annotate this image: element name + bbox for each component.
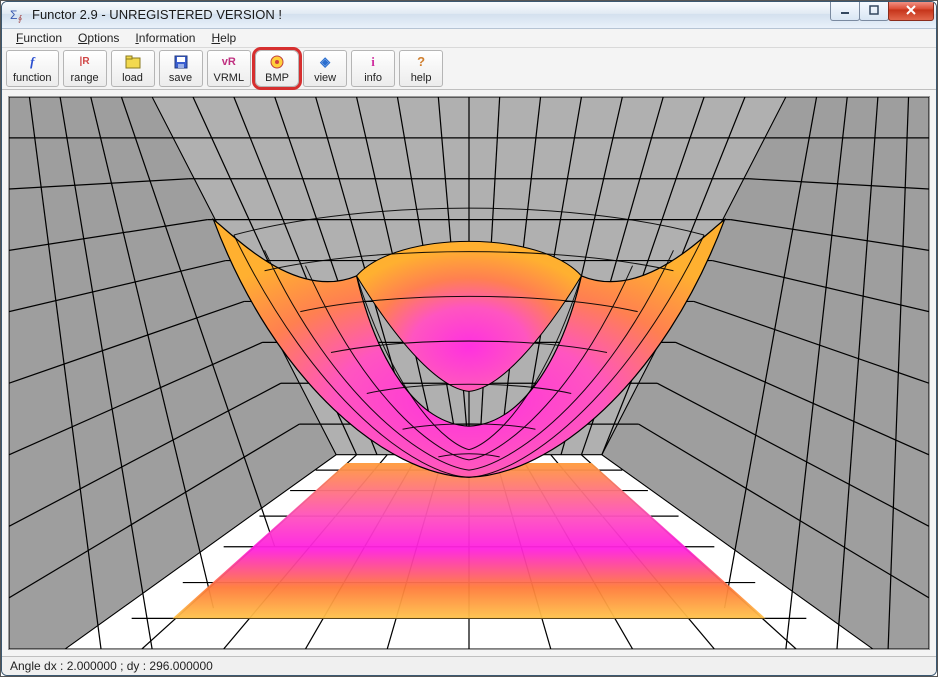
function-label: function xyxy=(13,72,52,84)
range-button[interactable]: |R range xyxy=(63,50,107,87)
menu-information[interactable]: Information xyxy=(127,29,203,47)
vrml-button[interactable]: vR VRML xyxy=(207,50,252,87)
statusbar: Angle dx : 2.000000 ; dy : 296.000000 xyxy=(2,656,936,675)
minimize-icon xyxy=(840,5,850,15)
window-controls xyxy=(831,1,934,21)
range-icon: |R xyxy=(76,53,94,71)
info-label: info xyxy=(364,72,382,84)
maximize-button[interactable] xyxy=(859,1,889,21)
close-button[interactable] xyxy=(888,1,934,21)
load-button[interactable]: load xyxy=(111,50,155,87)
titlebar: Σ∮ Functor 2.9 - UNREGISTERED VERSION ! xyxy=(2,2,936,29)
info-button[interactable]: i info xyxy=(351,50,395,87)
range-label: range xyxy=(70,72,98,84)
canvas-container xyxy=(2,90,936,656)
function-icon: f xyxy=(23,53,41,71)
app-window: Σ∮ Functor 2.9 - UNREGISTERED VERSION ! … xyxy=(1,1,937,676)
save-button[interactable]: save xyxy=(159,50,203,87)
plot-canvas[interactable] xyxy=(8,96,930,650)
window-title: Functor 2.9 - UNREGISTERED VERSION ! xyxy=(32,7,831,22)
view-icon: ◈ xyxy=(316,53,334,71)
info-icon: i xyxy=(364,53,382,71)
save-label: save xyxy=(169,72,192,84)
menu-function[interactable]: Function xyxy=(8,29,70,47)
menu-options[interactable]: Options xyxy=(70,29,127,47)
maximize-icon xyxy=(869,5,879,15)
help-icon: ? xyxy=(412,53,430,71)
svg-text:Σ: Σ xyxy=(10,8,17,22)
help-label: help xyxy=(411,72,432,84)
vrml-label: VRML xyxy=(214,72,245,84)
surface-plot xyxy=(9,97,929,649)
bmp-icon xyxy=(268,53,286,71)
bmp-button[interactable]: BMP xyxy=(255,50,299,87)
vrml-icon: vR xyxy=(220,53,238,71)
save-icon xyxy=(172,53,190,71)
view-button[interactable]: ◈ view xyxy=(303,50,347,87)
load-icon xyxy=(124,53,142,71)
load-label: load xyxy=(122,72,143,84)
view-label: view xyxy=(314,72,336,84)
close-icon xyxy=(905,5,917,15)
svg-text:∮: ∮ xyxy=(18,14,22,23)
menubar: Function Options Information Help xyxy=(2,29,936,48)
bmp-label: BMP xyxy=(265,72,289,84)
app-icon: Σ∮ xyxy=(10,7,26,23)
function-button[interactable]: f function xyxy=(6,50,59,87)
status-text: Angle dx : 2.000000 ; dy : 296.000000 xyxy=(10,659,213,673)
menu-help[interactable]: Help xyxy=(203,29,244,47)
help-button[interactable]: ? help xyxy=(399,50,443,87)
toolbar: f function |R range load save vR VRML xyxy=(2,48,936,90)
minimize-button[interactable] xyxy=(830,1,860,21)
